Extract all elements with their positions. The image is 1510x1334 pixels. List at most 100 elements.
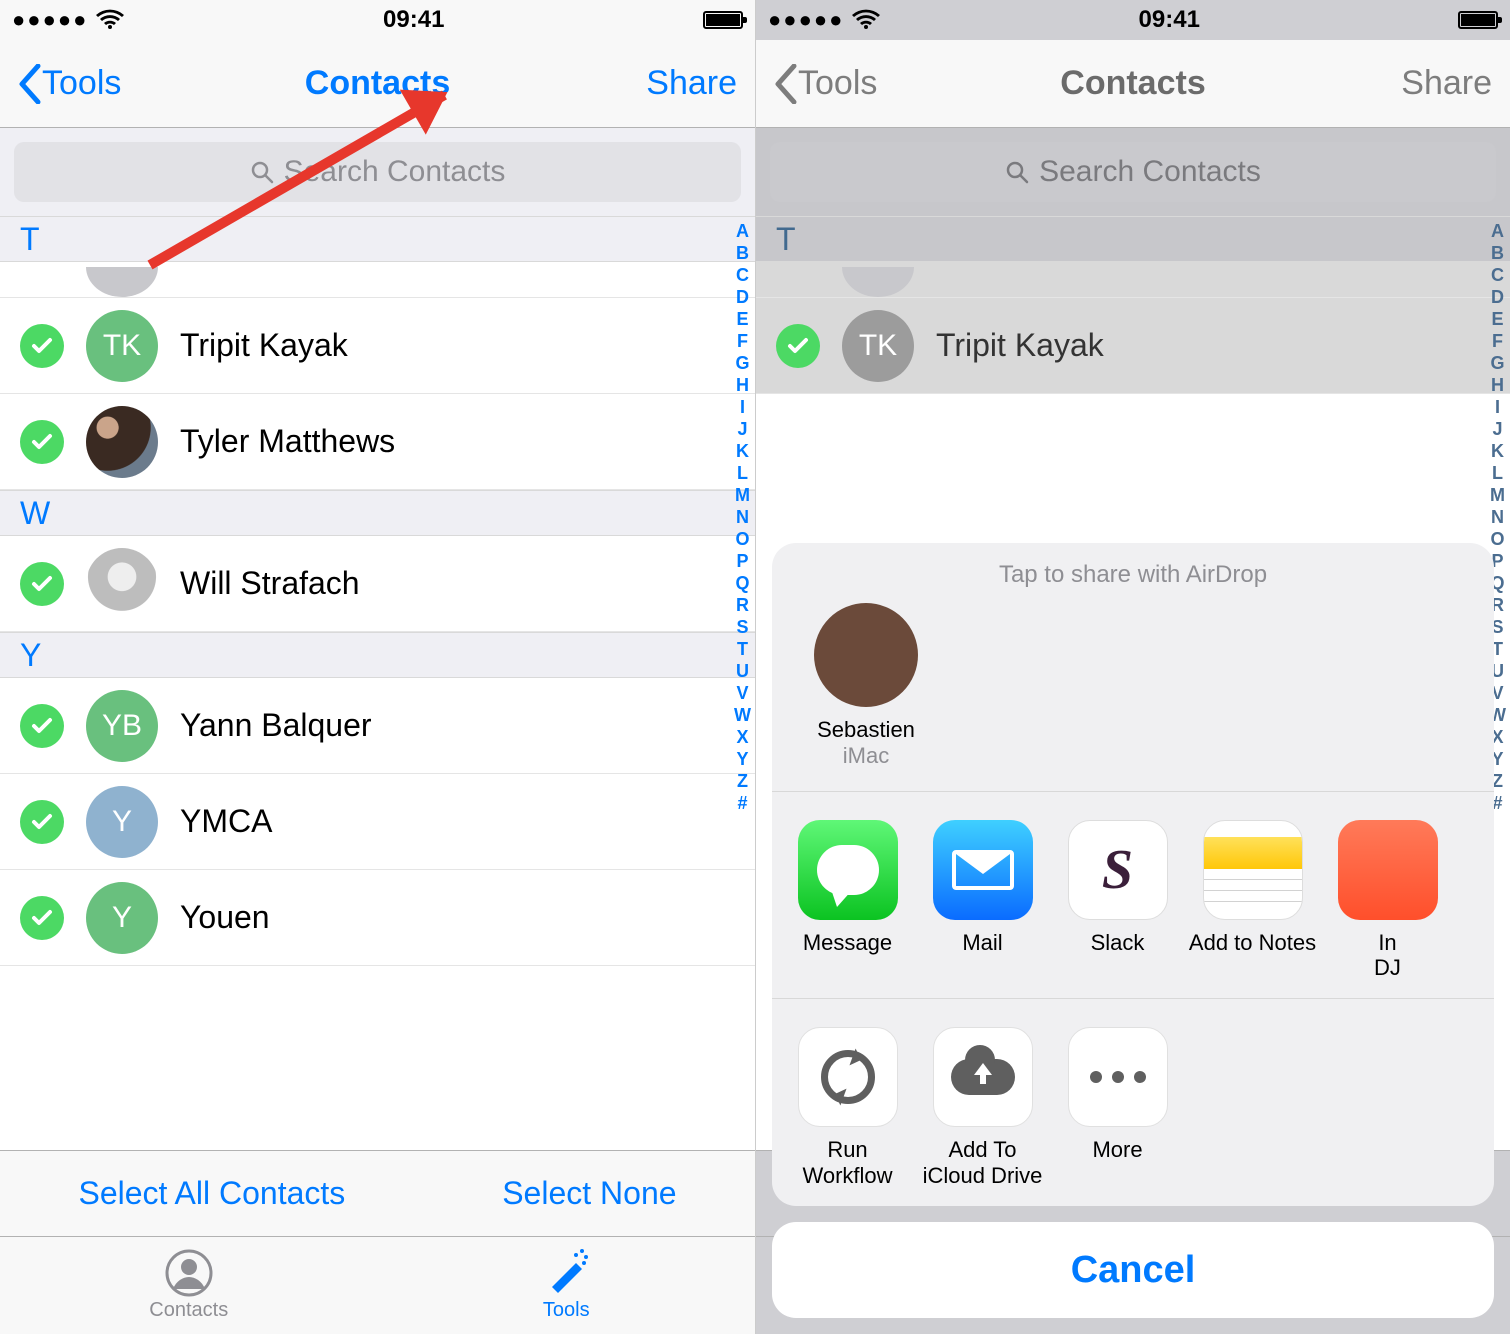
index-letter[interactable]: I	[1495, 396, 1500, 418]
airdrop-target[interactable]: SebastieniMac	[796, 603, 936, 769]
checkmark-icon[interactable]	[776, 324, 820, 368]
airdrop-title: Tap to share with AirDrop	[772, 561, 1494, 589]
share-app-mail[interactable]: Mail	[915, 820, 1050, 981]
index-letter[interactable]: M	[1490, 484, 1505, 506]
select-all-button[interactable]: Select All Contacts	[78, 1175, 345, 1212]
tab-bar: Contacts Tools	[0, 1236, 755, 1334]
index-letter[interactable]: #	[737, 792, 747, 814]
index-letter[interactable]: A	[736, 220, 749, 242]
checkmark-icon[interactable]	[20, 562, 64, 606]
index-letter[interactable]: A	[1491, 220, 1504, 242]
wifi-icon	[96, 9, 124, 31]
partial-row	[756, 262, 1510, 298]
search-placeholder: Search Contacts	[1039, 155, 1261, 189]
share-app-label: InDJ	[1320, 930, 1455, 981]
chevron-left-icon	[18, 64, 42, 104]
checkmark-icon[interactable]	[20, 420, 64, 464]
status-bar: ●●●●● 09:41	[0, 0, 755, 40]
share-action-sync[interactable]: RunWorkflow	[780, 1027, 915, 1188]
contacts-icon	[165, 1249, 213, 1297]
checkmark-icon[interactable]	[20, 800, 64, 844]
index-letter[interactable]: K	[736, 440, 749, 462]
index-letter[interactable]: R	[736, 594, 749, 616]
share-app-slack[interactable]: SSlack	[1050, 820, 1185, 981]
index-letter[interactable]: N	[1491, 506, 1504, 528]
index-letter[interactable]: M	[735, 484, 750, 506]
screen-share-sheet: ●●●●● 09:41 Tools Contacts Share Search …	[755, 0, 1510, 1334]
index-letter[interactable]: W	[734, 704, 751, 726]
index-letter[interactable]: C	[736, 264, 749, 286]
contact-row[interactable]: TKTripit Kayak	[0, 298, 755, 394]
contacts-list[interactable]: T TKTripit KayakTyler Matthews W Will Straf…	[0, 216, 755, 1150]
cancel-button[interactable]: Cancel	[772, 1222, 1494, 1318]
checkmark-icon[interactable]	[20, 324, 64, 368]
index-letter[interactable]: G	[735, 352, 749, 374]
index-letter[interactable]: Q	[735, 572, 749, 594]
index-letter[interactable]: J	[1492, 418, 1502, 440]
index-letter[interactable]: J	[737, 418, 747, 440]
select-none-button[interactable]: Select None	[502, 1175, 676, 1212]
avatar: Y	[86, 786, 158, 858]
index-letter[interactable]: H	[736, 374, 749, 396]
chevron-left-icon	[774, 64, 798, 104]
contact-row[interactable]: YBYann Balquer	[0, 678, 755, 774]
share-button[interactable]: Share	[1401, 64, 1492, 103]
share-app-overflow[interactable]: InDJ	[1320, 820, 1455, 981]
index-letter[interactable]: G	[1490, 352, 1504, 374]
index-letter[interactable]: D	[736, 286, 749, 308]
avatar: Y	[86, 882, 158, 954]
tab-contacts-label: Contacts	[149, 1299, 228, 1322]
index-letter[interactable]: O	[735, 528, 749, 550]
index-letter[interactable]: E	[1491, 308, 1503, 330]
index-letter[interactable]: P	[736, 550, 748, 572]
share-button[interactable]: Share	[646, 64, 737, 103]
contact-row[interactable]: YYouen	[0, 870, 755, 966]
checkmark-icon[interactable]	[20, 704, 64, 748]
index-letter[interactable]: H	[1491, 374, 1504, 396]
index-letter[interactable]: Y	[736, 748, 748, 770]
index-letter[interactable]: X	[736, 726, 748, 748]
index-letter[interactable]: F	[737, 330, 748, 352]
share-action-more[interactable]: More	[1050, 1027, 1185, 1188]
search-icon	[1005, 160, 1029, 184]
index-letter[interactable]: B	[736, 242, 749, 264]
index-letter[interactable]: V	[736, 682, 748, 704]
app-icon	[1338, 820, 1438, 920]
back-button[interactable]: Tools	[18, 64, 121, 104]
share-app-notes[interactable]: Add to Notes	[1185, 820, 1320, 981]
index-letter[interactable]: D	[1491, 286, 1504, 308]
contact-name: YMCA	[180, 803, 272, 840]
contact-row[interactable]: Tyler Matthews	[0, 394, 755, 490]
contact-row[interactable]: TKTripit Kayak	[756, 298, 1510, 394]
search-input[interactable]: Search Contacts	[770, 142, 1496, 202]
tab-tools[interactable]: Tools	[378, 1237, 756, 1334]
index-letter[interactable]: L	[737, 462, 748, 484]
share-app-msg[interactable]: Message	[780, 820, 915, 981]
index-letter[interactable]: T	[737, 638, 748, 660]
status-bar: ●●●●● 09:41	[756, 0, 1510, 40]
index-letter[interactable]: I	[740, 396, 745, 418]
section-header: T	[0, 216, 755, 262]
index-letter[interactable]: Z	[737, 770, 748, 792]
index-letter[interactable]: B	[1491, 242, 1504, 264]
tab-contacts[interactable]: Contacts	[0, 1237, 378, 1334]
index-letter[interactable]: N	[736, 506, 749, 528]
index-letter[interactable]: L	[1492, 462, 1503, 484]
index-letter[interactable]: U	[736, 660, 749, 682]
contact-row[interactable]: Y YMCA	[0, 774, 755, 870]
section-header: Y	[0, 632, 755, 678]
index-letter[interactable]: S	[736, 616, 748, 638]
alpha-index[interactable]: ABCDEFGHIJKLMNOPQRSTUVWXYZ#	[734, 220, 751, 814]
index-letter[interactable]: E	[736, 308, 748, 330]
index-letter[interactable]: F	[1492, 330, 1503, 352]
search-input[interactable]: Search Contacts	[14, 142, 741, 202]
index-letter[interactable]: K	[1491, 440, 1504, 462]
search-wrap: Search Contacts	[0, 128, 755, 216]
contact-row[interactable]: Will Strafach	[0, 536, 755, 632]
index-letter[interactable]: C	[1491, 264, 1504, 286]
back-button[interactable]: Tools	[774, 64, 877, 104]
avatar	[814, 603, 918, 707]
share-action-cloud[interactable]: Add To iCloud Drive	[915, 1027, 1050, 1188]
notes-icon	[1203, 820, 1303, 920]
checkmark-icon[interactable]	[20, 896, 64, 940]
